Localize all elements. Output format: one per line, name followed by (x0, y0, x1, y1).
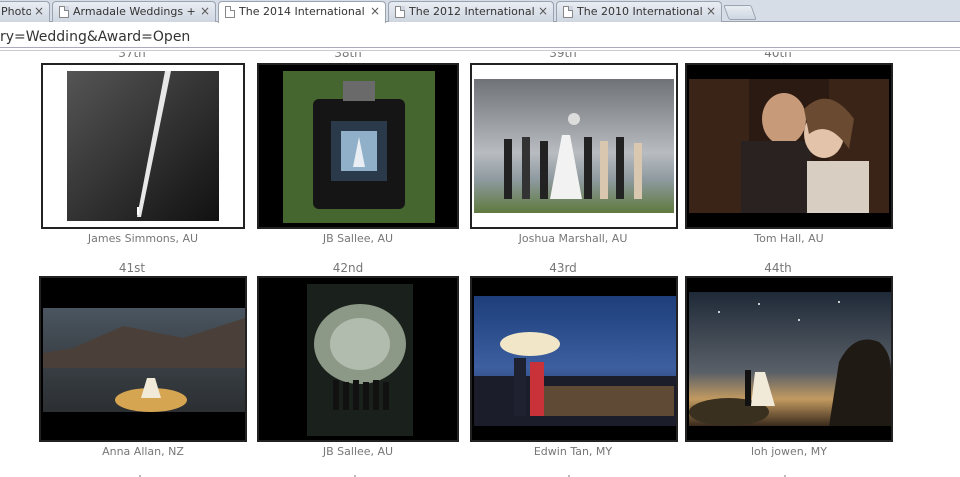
tab-2012-international[interactable]: The 2012 International Lou × (388, 1, 554, 22)
address-bar[interactable]: ry=Wedding&Award=Open (0, 26, 960, 48)
rank-label: 42nd (332, 261, 364, 275)
rank-label: 43rd (549, 261, 577, 275)
photo-thumbnail[interactable] (257, 276, 459, 442)
photographer-credit: Joshua Marshall, AU (518, 232, 628, 245)
tab-close-icon[interactable]: × (370, 4, 380, 18)
tab-close-icon[interactable]: × (538, 4, 548, 18)
page-icon (225, 6, 235, 18)
photo-image (474, 296, 676, 426)
tab-2010-international[interactable]: The 2010 International Ap × (556, 1, 722, 22)
photo-thumbnail[interactable] (470, 63, 678, 229)
photographer-credit: loh jowen, MY (751, 445, 827, 458)
photo-image (689, 292, 891, 426)
tab-label: The 2012 International Lou (409, 5, 535, 18)
photo-thumbnail[interactable] (685, 63, 893, 229)
photographer-credit: JB Sallee, AU (322, 232, 394, 245)
rank-label: 38th (334, 52, 362, 60)
tab-armadale-weddings[interactable]: Armadale Weddings + Edu × (52, 1, 216, 22)
page-icon (395, 6, 405, 18)
photographer-credit: James Simmons, AU (87, 232, 199, 245)
photo-thumbnail[interactable] (41, 63, 245, 229)
rank-label: 37th (118, 52, 146, 60)
photographer-credit: JB Sallee, AU (322, 445, 394, 458)
photo-thumbnail[interactable] (39, 276, 247, 442)
tab-close-icon[interactable]: × (34, 4, 44, 18)
photo-image (689, 79, 889, 213)
photo-image (43, 308, 245, 412)
rank-label: 44th (764, 261, 792, 275)
rank-label: 39th (549, 52, 577, 60)
photographer-credit: Tom Hall, AU (754, 232, 824, 245)
photo-image (283, 71, 435, 223)
tab-strip: Photog × Armadale Weddings + Edu × The 2… (0, 0, 960, 23)
photo-image (474, 79, 674, 213)
photo-image (307, 284, 413, 436)
rank-label: 41st (118, 261, 146, 275)
gallery: 37th 38th 39th 40th James Simmons, AU JB… (0, 52, 960, 477)
tab-photog[interactable]: Photog × (0, 1, 50, 22)
photo-image (67, 71, 219, 221)
tab-label: The 2014 International Lou (239, 5, 367, 18)
photographer-credit: Anna Allan, NZ (102, 445, 184, 458)
page-icon (563, 6, 573, 18)
tab-2014-international[interactable]: The 2014 International Lou × (218, 1, 386, 23)
photographer-credit: Edwin Tan, MY (533, 445, 613, 458)
new-tab-button[interactable] (723, 5, 757, 20)
photo-thumbnail[interactable] (685, 276, 893, 442)
tab-close-icon[interactable]: × (706, 4, 716, 18)
toolbar: ry=Wedding&Award=Open (0, 23, 960, 51)
photo-thumbnail[interactable] (257, 63, 459, 229)
page-icon (59, 6, 69, 18)
tab-close-icon[interactable]: × (200, 4, 210, 18)
tab-label: Photog (1, 5, 31, 18)
rank-label: 40th (764, 52, 792, 60)
photo-thumbnail[interactable] (470, 276, 678, 442)
tab-label: The 2010 International Ap (577, 5, 703, 18)
tab-label: Armadale Weddings + Edu (73, 5, 197, 18)
